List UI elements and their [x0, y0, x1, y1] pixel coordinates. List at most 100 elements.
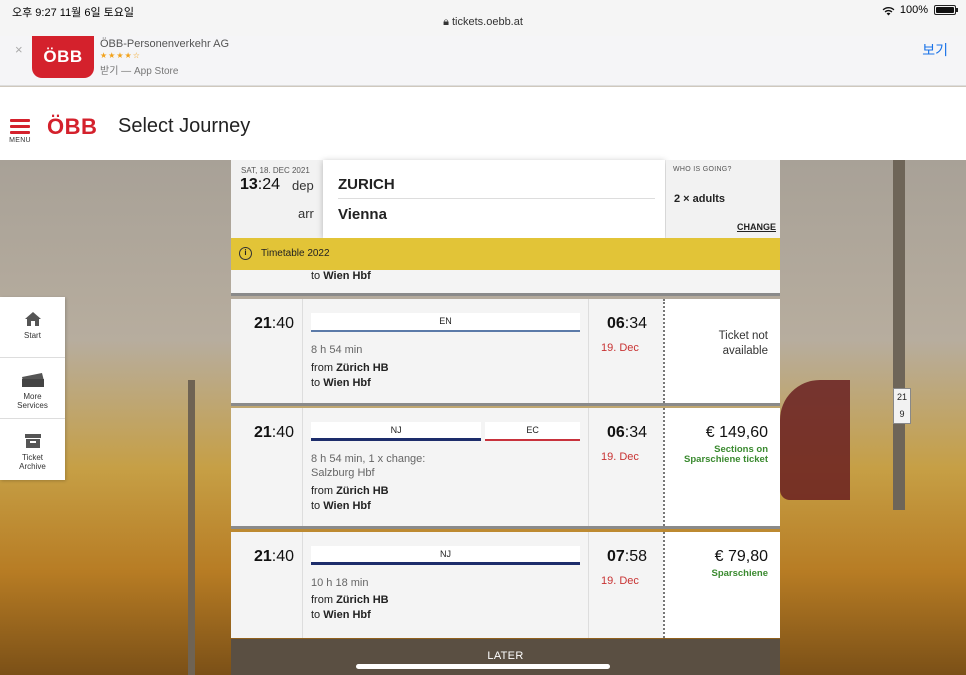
notice-text: Timetable 2022: [261, 248, 330, 259]
background-pole: [188, 380, 195, 675]
obb-logo[interactable]: ÖBB: [47, 114, 97, 140]
arrival-time: 06:34: [607, 424, 647, 442]
banner-close-button[interactable]: ×: [15, 42, 23, 57]
price-cell[interactable]: € 79,80 Sparschiene: [663, 532, 780, 638]
banner-view-button[interactable]: 보기: [922, 40, 948, 60]
arrival-minute: :34: [624, 424, 648, 441]
price: € 149,60: [705, 424, 768, 441]
departure-minute: :40: [271, 315, 294, 332]
app-store-label: 받기 — App Store: [100, 66, 179, 77]
tickets-icon: [21, 373, 44, 387]
sidebar-item-label: Ticket Archive: [19, 453, 46, 471]
home-indicator[interactable]: [356, 664, 610, 669]
duration: 8 h 54 min: [311, 344, 363, 356]
departure-minute: :24: [257, 176, 281, 193]
duration: 10 h 18 min: [311, 577, 369, 589]
arr-label: arr: [298, 206, 314, 221]
wifi-icon: [882, 6, 895, 15]
route-from-station: Zürich HB: [336, 485, 389, 497]
train-badge[interactable]: EC: [485, 422, 580, 441]
change-station: Salzburg Hbf: [311, 467, 375, 479]
price-note: Sections on Sparschiene ticket: [684, 444, 768, 465]
arrival-time: 07:58: [607, 548, 647, 566]
route-from-station: Zürich HB: [336, 594, 389, 606]
price-cell[interactable]: € 149,60 Sections on Sparschiene ticket: [663, 408, 780, 526]
lock-icon: 🔒︎: [443, 16, 449, 28]
sidebar-item-label: More Services: [17, 392, 48, 410]
route-from: from Zürich HB: [311, 593, 389, 608]
page-header: MENU ÖBB Select Journey: [0, 87, 966, 160]
sidebar-item-label: Start: [24, 331, 41, 340]
arrival-date: 19. Dec: [601, 451, 639, 463]
arrival-cell: 06:34 19. Dec: [589, 408, 661, 526]
arrival-time: 06:34: [607, 315, 647, 333]
from-station[interactable]: ZURICH: [338, 176, 395, 193]
route-to: to Wien Hbf: [311, 270, 371, 282]
ticket-unavailable: Ticket not available: [718, 330, 768, 357]
departure-minute: :40: [271, 424, 294, 441]
train-badge[interactable]: NJ: [311, 546, 580, 565]
menu-button[interactable]: MENU: [8, 119, 32, 144]
later-button[interactable]: LATER: [231, 639, 780, 675]
hamburger-bar: [10, 125, 30, 128]
departure-time[interactable]: 13:24: [240, 176, 280, 194]
route-to-station: Wien Hbf: [323, 377, 371, 389]
train-badges: NJ EC: [311, 422, 580, 442]
sidebar-item-ticket-archive[interactable]: Ticket Archive: [0, 419, 65, 480]
route-to: to Wien Hbf: [311, 376, 371, 391]
url-bar[interactable]: 🔒︎ tickets.oebb.at: [0, 16, 966, 29]
route-from-prefix: from: [311, 362, 337, 374]
route-to-prefix: to: [311, 270, 324, 282]
route-to-station: Wien Hbf: [323, 609, 371, 621]
background-train: [780, 380, 850, 500]
battery-icon: [934, 5, 958, 15]
divider: [338, 198, 655, 199]
departure-hour: 21: [253, 424, 272, 441]
arrival-date: 19. Dec: [601, 342, 639, 354]
menu-label: MENU: [9, 137, 31, 144]
connection-row[interactable]: 21:40 EN 8 h 54 min from Zürich HB to Wi…: [231, 299, 780, 406]
details-cell: EN 8 h 54 min from Zürich HB to Wien Hbf: [303, 299, 589, 403]
details-cell: NJ 10 h 18 min from Zürich HB to Wien Hb…: [303, 532, 589, 638]
sidebar-item-more-services[interactable]: More Services: [0, 358, 65, 419]
app-icon[interactable]: ÖBB: [32, 36, 94, 78]
connection-row[interactable]: 21:40 NJ 10 h 18 min from Zürich HB to W…: [231, 532, 780, 638]
route-to-prefix: to: [311, 609, 324, 621]
connection-row-partial[interactable]: to Wien Hbf: [231, 270, 780, 296]
route-from: from Zürich HB: [311, 484, 389, 499]
route-to: to Wien Hbf: [311, 499, 371, 514]
departure-cell: 21:40: [231, 299, 303, 403]
info-icon: i: [239, 247, 252, 260]
journey-panel: SAT, 18. DEC 2021 13:24 dep arr ZURICH V…: [231, 160, 780, 675]
departure-cell: 21:40: [231, 532, 303, 638]
status-bar: 오후 9:27 11월 6일 토요일 🔒︎ tickets.oebb.at 10…: [0, 0, 966, 36]
arrival-hour: 07: [607, 548, 625, 565]
page-title: Select Journey: [118, 115, 251, 137]
route-to-prefix: to: [311, 377, 324, 389]
route-to-prefix: to: [311, 500, 324, 512]
train-badge[interactable]: NJ: [311, 422, 482, 441]
arrival-cell: 06:34 19. Dec: [589, 299, 661, 403]
connection-row[interactable]: 21:40 NJ EC 8 h 54 min, 1 x change: Salz…: [231, 408, 780, 529]
arrival-minute: :34: [624, 315, 648, 332]
travel-date[interactable]: SAT, 18. DEC 2021: [241, 166, 310, 175]
arrival-date: 19. Dec: [601, 575, 639, 587]
app-store-banner: × ÖBB ÖBB-Personenverkehr AG ★★★★☆ 받기 — …: [0, 36, 966, 86]
sidebar-item-start[interactable]: Start: [0, 297, 65, 358]
to-station[interactable]: Vienna: [338, 206, 387, 223]
arrival-minute: :58: [624, 548, 648, 565]
station-selector[interactable]: ZURICH Vienna: [323, 160, 665, 238]
route-to-station: Wien Hbf: [323, 270, 371, 282]
route-to-station: Wien Hbf: [323, 500, 371, 512]
route-to: to Wien Hbf: [311, 608, 371, 623]
train-badge[interactable]: EN: [311, 313, 580, 332]
route-from: from Zürich HB: [311, 361, 389, 376]
change-passengers-button[interactable]: CHANGE: [737, 222, 776, 232]
departure-hour: 21: [253, 315, 272, 332]
departure-hour: 21: [253, 548, 272, 565]
departure-cell: 21:40: [231, 408, 303, 526]
left-sidebar: Start More Services Ticket Archive: [0, 297, 65, 480]
price-cell[interactable]: Ticket not available: [663, 299, 780, 403]
background-pole: [893, 160, 905, 510]
timetable-notice[interactable]: i Timetable 2022: [231, 238, 780, 270]
